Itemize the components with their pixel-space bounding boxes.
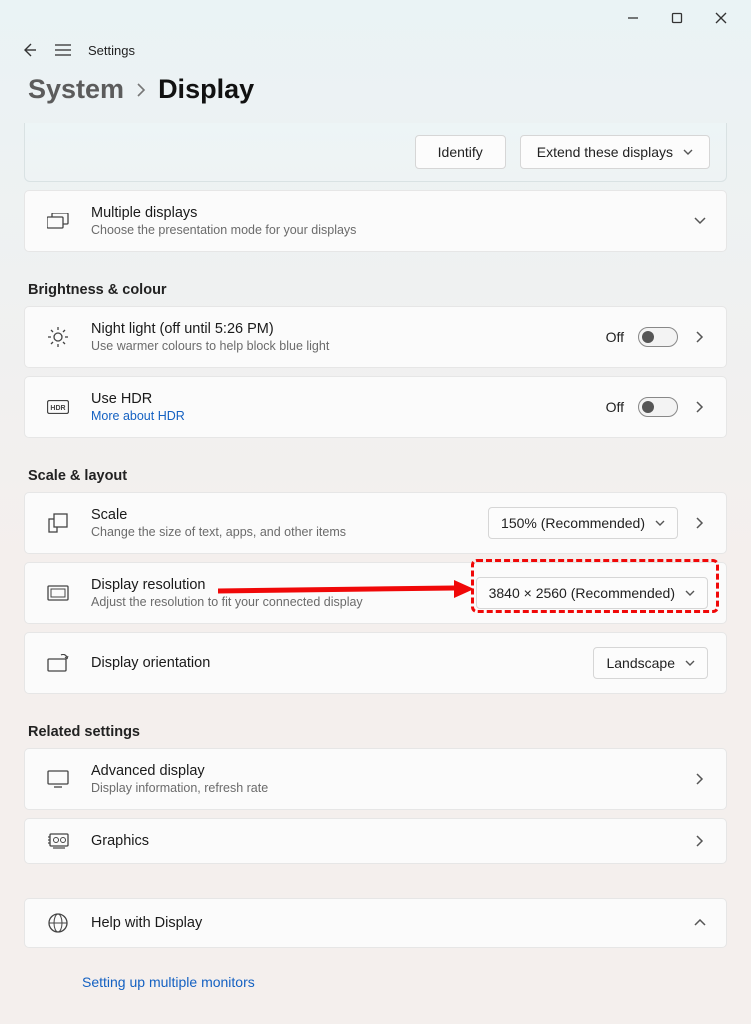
- resolution-select[interactable]: 3840 × 2560 (Recommended): [476, 577, 708, 609]
- chevron-down-icon: [685, 590, 695, 596]
- graphics-title: Graphics: [91, 833, 674, 849]
- identify-button[interactable]: Identify: [415, 135, 506, 169]
- multiple-displays-row[interactable]: Multiple displays Choose the presentatio…: [24, 190, 727, 252]
- hdr-icon: HDR: [43, 400, 73, 414]
- help-row[interactable]: Help with Display: [24, 898, 727, 948]
- chevron-down-icon: [683, 149, 693, 155]
- orientation-row[interactable]: Display orientation Landscape: [24, 632, 727, 694]
- night-light-toggle[interactable]: [638, 327, 678, 347]
- orientation-select[interactable]: Landscape: [593, 647, 708, 679]
- hdr-state: Off: [606, 399, 624, 415]
- advanced-title: Advanced display: [91, 763, 674, 779]
- scale-icon: [43, 513, 73, 533]
- hdr-toggle[interactable]: [638, 397, 678, 417]
- night-light-icon: [43, 327, 73, 347]
- night-light-sub: Use warmer colours to help block blue li…: [91, 339, 588, 353]
- minimize-button[interactable]: [611, 3, 655, 33]
- content-scroll[interactable]: Identify Extend these displays Multiple …: [0, 123, 751, 1017]
- chevron-right-icon[interactable]: [692, 331, 708, 343]
- scale-sub: Change the size of text, apps, and other…: [91, 525, 470, 539]
- resolution-title: Display resolution: [91, 577, 458, 593]
- advanced-sub: Display information, refresh rate: [91, 781, 674, 795]
- navbar: Settings: [0, 36, 751, 64]
- globe-icon: [43, 913, 73, 933]
- night-light-row[interactable]: Night light (off until 5:26 PM) Use warm…: [24, 306, 727, 368]
- night-light-title: Night light (off until 5:26 PM): [91, 321, 588, 337]
- titlebar: [0, 0, 751, 36]
- help-title: Help with Display: [91, 915, 674, 931]
- scale-select[interactable]: 150% (Recommended): [488, 507, 678, 539]
- maximize-button[interactable]: [655, 3, 699, 33]
- maximize-icon: [671, 12, 683, 24]
- chevron-right-icon[interactable]: [692, 517, 708, 529]
- orientation-icon: [43, 654, 73, 672]
- section-brightness: Brightness & colour: [28, 282, 727, 298]
- multiple-displays-title: Multiple displays: [91, 205, 674, 221]
- chevron-right-icon: [136, 83, 146, 97]
- scale-row[interactable]: Scale Change the size of text, apps, and…: [24, 492, 727, 554]
- extend-dropdown-label: Extend these displays: [537, 144, 673, 160]
- night-light-state: Off: [606, 329, 624, 345]
- section-related: Related settings: [28, 724, 727, 740]
- chevron-right-icon[interactable]: [692, 401, 708, 413]
- app-label: Settings: [88, 43, 135, 58]
- orientation-value: Landscape: [606, 655, 675, 671]
- minimize-icon: [627, 12, 639, 24]
- scale-value: 150% (Recommended): [501, 515, 645, 531]
- close-icon: [715, 12, 727, 24]
- menu-icon: [55, 44, 71, 56]
- chevron-down-icon: [685, 660, 695, 666]
- expand-chevron[interactable]: [692, 217, 708, 225]
- settings-window: Settings System Display Identify Extend …: [0, 0, 751, 1024]
- menu-button[interactable]: [54, 41, 72, 59]
- resolution-icon: [43, 585, 73, 601]
- help-link-multiple-monitors[interactable]: Setting up multiple monitors: [24, 948, 727, 998]
- display-arrangement-panel: Identify Extend these displays: [24, 123, 727, 182]
- hdr-link[interactable]: More about HDR: [91, 409, 588, 423]
- chevron-right-icon[interactable]: [692, 835, 708, 847]
- resolution-value: 3840 × 2560 (Recommended): [489, 585, 675, 601]
- monitor-icon: [43, 770, 73, 788]
- hdr-row[interactable]: HDR Use HDR More about HDR Off: [24, 376, 727, 438]
- multiple-displays-sub: Choose the presentation mode for your di…: [91, 223, 674, 237]
- chevron-right-icon[interactable]: [692, 773, 708, 785]
- collapse-chevron[interactable]: [692, 919, 708, 927]
- extend-dropdown[interactable]: Extend these displays: [520, 135, 710, 169]
- graphics-icon: [43, 833, 73, 849]
- breadcrumb: System Display: [0, 64, 751, 123]
- hdr-title: Use HDR: [91, 391, 588, 407]
- advanced-display-row[interactable]: Advanced display Display information, re…: [24, 748, 727, 810]
- page-title: Display: [158, 74, 254, 105]
- section-scale: Scale & layout: [28, 468, 727, 484]
- multiple-displays-icon: [43, 213, 73, 229]
- back-arrow-icon: [21, 42, 37, 58]
- breadcrumb-parent[interactable]: System: [28, 74, 124, 105]
- resolution-row[interactable]: Display resolution Adjust the resolution…: [24, 562, 727, 624]
- chevron-down-icon: [655, 520, 665, 526]
- back-button[interactable]: [20, 41, 38, 59]
- orientation-title: Display orientation: [91, 655, 575, 671]
- close-button[interactable]: [699, 3, 743, 33]
- svg-text:HDR: HDR: [50, 405, 65, 412]
- scale-title: Scale: [91, 507, 470, 523]
- graphics-row[interactable]: Graphics: [24, 818, 727, 864]
- resolution-sub: Adjust the resolution to fit your connec…: [91, 595, 458, 609]
